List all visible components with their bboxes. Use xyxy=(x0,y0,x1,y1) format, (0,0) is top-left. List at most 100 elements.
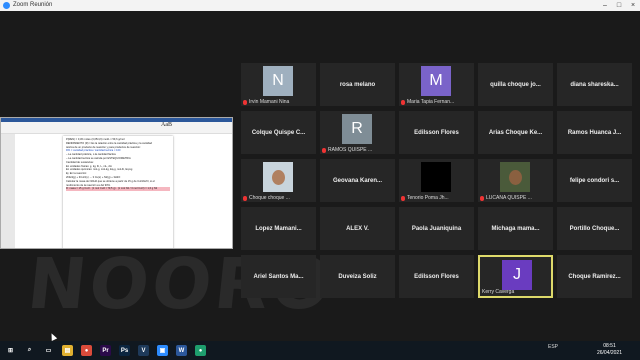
participant-tile[interactable]: N Irvin Mamani Nina xyxy=(241,63,316,106)
participant-footer: Choque choque ... xyxy=(243,195,290,201)
participant-tile[interactable]: Edilsson Flores xyxy=(399,255,474,298)
windows-icon[interactable]: ⊞ xyxy=(5,345,16,356)
file-explorer-icon[interactable]: ▤ xyxy=(62,345,73,356)
participant-tile[interactable]: R RAMOS QUISPE ... xyxy=(320,111,395,154)
participant-name: Ramos Huanca J... xyxy=(567,129,622,136)
participant-name: quilla choque jo... xyxy=(490,81,541,88)
participant-tile[interactable]: Arias Choque Ke... xyxy=(478,111,553,154)
zoom-titlebar: Zoom Reunión – □ × xyxy=(0,0,640,11)
tray-language[interactable]: ESP xyxy=(548,344,558,350)
task-view-icon[interactable]: ▭ xyxy=(43,345,54,356)
photoshop-icon[interactable]: Ps xyxy=(119,345,130,356)
participant-tile[interactable]: Choque Ramirez... xyxy=(557,255,632,298)
participant-footer: Tenorio Poma Jh... xyxy=(401,195,449,201)
minimize-icon[interactable]: – xyxy=(598,0,612,11)
participant-tile[interactable]: ALEX V. xyxy=(320,207,395,250)
participant-tile[interactable]: Geovana Karen... xyxy=(320,159,395,202)
participant-video xyxy=(421,162,451,192)
participant-tile[interactable]: Portillo Choque... xyxy=(557,207,632,250)
doc-line: R: masa = 15 g CuO · (1 mol CuO / 79,5 g… xyxy=(66,187,170,192)
participant-name: Paola Juaniquina xyxy=(411,225,462,232)
mic-muted-icon xyxy=(243,195,247,201)
participant-name: rosa melano xyxy=(339,81,376,88)
participant-tile[interactable]: Choque choque ... xyxy=(241,159,316,202)
mic-muted-icon xyxy=(401,99,405,105)
participant-tile[interactable]: Duveiza Soliz xyxy=(320,255,395,298)
participant-tile[interactable]: M Maria Tapia Fernan... xyxy=(399,63,474,106)
person-face-icon xyxy=(508,169,522,185)
participant-name: Lopez Mamani... xyxy=(255,225,302,232)
participant-footer: Maria Tapia Fernan... xyxy=(401,99,454,105)
word-icon[interactable]: W xyxy=(176,345,187,356)
participant-name: felipe condori s... xyxy=(569,177,620,184)
participant-footer-name: RAMOS QUISPE ... xyxy=(328,147,373,153)
zoom-logo-icon xyxy=(3,2,10,9)
participant-name: Choque Ramirez... xyxy=(568,273,621,280)
participant-tile[interactable]: J Kerry Caverga xyxy=(478,255,553,298)
shared-document-page: P(REN) = 0,36 moles·(3,05/4,6) mol/L × 5… xyxy=(63,136,173,248)
participant-footer-name: Tenorio Poma Jh... xyxy=(407,195,449,201)
participant-tile[interactable]: diana shareska... xyxy=(557,63,632,106)
person-face-icon xyxy=(271,169,285,185)
participant-tile[interactable]: Edilsson Flores xyxy=(399,111,474,154)
mic-muted-icon xyxy=(322,147,326,153)
participant-footer: Kerry Caverga xyxy=(482,289,514,295)
participant-avatar: N xyxy=(263,66,293,96)
meeting-stage: NOORO AaB P(REN) = 0,36 moles·(3,05/4,6)… xyxy=(0,11,640,341)
window-title: Zoom Reunión xyxy=(13,2,53,8)
participant-name: Arias Choque Ke... xyxy=(488,129,543,136)
participant-tile[interactable]: rosa melano xyxy=(320,63,395,106)
participant-footer-name: Maria Tapia Fernan... xyxy=(407,99,455,105)
participant-tile[interactable]: felipe condori s... xyxy=(557,159,632,202)
maximize-icon[interactable]: □ xyxy=(612,0,626,11)
participant-tile[interactable]: Ramos Huanca J... xyxy=(557,111,632,154)
tray-clock[interactable]: 08:51 26/04/2021 xyxy=(597,343,622,357)
word-ribbon xyxy=(1,122,232,134)
participant-avatar: M xyxy=(421,66,451,96)
participant-tile[interactable]: Paola Juaniquina xyxy=(399,207,474,250)
participant-name: ALEX V. xyxy=(346,225,369,232)
participant-name: Michaga mama... xyxy=(491,225,540,232)
close-icon[interactable]: × xyxy=(626,0,640,11)
clock-date: 26/04/2021 xyxy=(596,350,622,356)
participant-video xyxy=(500,162,530,192)
premiere-icon[interactable]: Pr xyxy=(100,345,111,356)
search-icon[interactable]: ⌕ xyxy=(24,345,35,356)
vegas-icon[interactable]: V xyxy=(138,345,149,356)
participant-name: Colque Quispe C... xyxy=(251,129,306,136)
participant-tile[interactable]: quilla choque jo... xyxy=(478,63,553,106)
mic-muted-icon xyxy=(243,99,247,105)
participant-footer-name: LUCANA QUISPE ... xyxy=(486,195,532,201)
participant-video xyxy=(263,162,293,192)
participant-tile[interactable]: LUCANA QUISPE ... xyxy=(478,159,553,202)
mic-muted-icon xyxy=(480,195,484,201)
participant-tile[interactable]: Ariel Santos Ma... xyxy=(241,255,316,298)
zoom-icon[interactable]: ▣ xyxy=(157,345,168,356)
participant-footer: RAMOS QUISPE ... xyxy=(322,147,372,153)
shared-screen[interactable]: AaB P(REN) = 0,36 moles·(3,05/4,6) mol/L… xyxy=(0,117,233,249)
participant-tile[interactable]: Colque Quispe C... xyxy=(241,111,316,154)
clock-time: 08:51 xyxy=(603,343,616,349)
participant-avatar: J xyxy=(502,260,532,290)
participant-tile[interactable]: Tenorio Poma Jh... xyxy=(399,159,474,202)
participant-name: diana shareska... xyxy=(570,81,619,88)
participant-name: Edilsson Flores xyxy=(414,273,459,280)
mic-muted-icon xyxy=(401,195,405,201)
participant-gallery: N Irvin Mamani Nina rosa melano M Maria Tapi… xyxy=(241,63,640,304)
participant-name: Ariel Santos Ma... xyxy=(253,273,304,280)
doc-line: Calcular la masa de N2/H2 que se obtiene… xyxy=(66,179,155,183)
app-icon[interactable]: ● xyxy=(195,345,206,356)
navigation-pane xyxy=(1,134,15,248)
windows-taskbar: ESP 08:51 26/04/2021 ⊞ ⌕ ▭ ▤ ● Pr Ps V ▣ W ● xyxy=(0,341,640,360)
participant-name: Portillo Choque... xyxy=(569,225,620,232)
participant-footer: LUCANA QUISPE ... xyxy=(480,195,532,201)
participant-name: Geovana Karen... xyxy=(332,177,383,184)
participant-avatar: R xyxy=(342,114,372,144)
participant-name: Edilsson Flores xyxy=(414,129,459,136)
participant-tile[interactable]: Michaga mama... xyxy=(478,207,553,250)
participant-footer: Irvin Mamani Nina xyxy=(243,99,289,105)
participant-footer-name: Kerry Caverga xyxy=(482,289,515,295)
participant-name: Duveiza Soliz xyxy=(338,273,377,280)
participant-tile[interactable]: Lopez Mamani... xyxy=(241,207,316,250)
chrome-icon[interactable]: ● xyxy=(81,345,92,356)
